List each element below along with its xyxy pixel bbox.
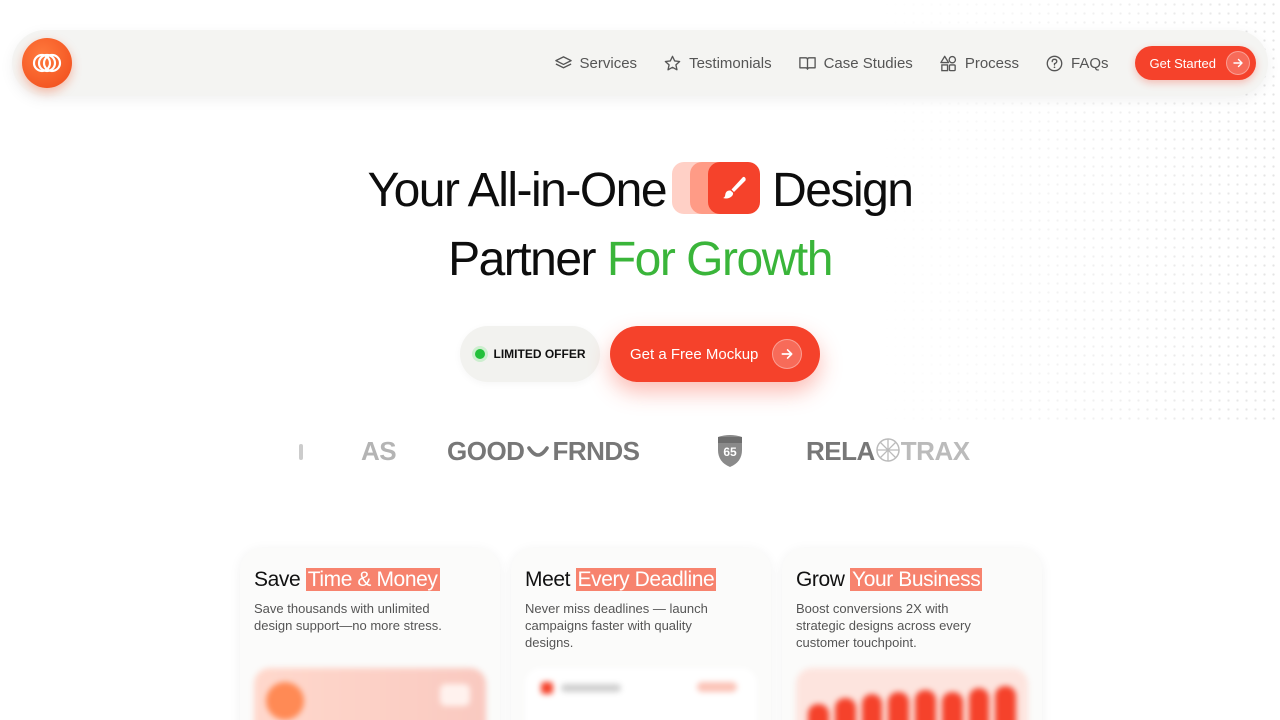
brush-badge	[672, 162, 764, 214]
logo-goodfrnds: GOOD FRNDS	[447, 436, 640, 467]
logo-fragment	[299, 444, 303, 460]
nav-item-faqs[interactable]: FAQs	[1045, 54, 1109, 73]
card-title-highlight: Time & Money	[305, 568, 440, 591]
logo-relatrax: RELA TRAX	[806, 436, 970, 467]
hero-text: Design	[772, 164, 914, 217]
brand-logo[interactable]	[22, 38, 72, 88]
logo-as: AS	[361, 436, 397, 466]
card-title-plain: Save	[254, 568, 301, 591]
logo-relatrax-b: TRAX	[900, 436, 970, 466]
logo-goodfrnds-b: FRNDS	[552, 436, 640, 466]
logo-relatrax-a: RELA	[806, 436, 875, 466]
logo-rings-icon	[32, 53, 62, 73]
get-started-button[interactable]: Get Started	[1134, 46, 1256, 80]
feature-card-save: Save Time & Money Save thousands with un…	[240, 548, 500, 720]
hero-text: Your All-in-One	[367, 164, 668, 217]
question-icon	[1046, 55, 1063, 71]
card-title: Save Time & Money	[254, 568, 486, 592]
nav-item-process[interactable]: Process	[939, 54, 1019, 73]
paintbrush-icon	[723, 176, 746, 199]
sunburst-icon	[876, 438, 900, 462]
card-title-highlight: Your Business	[850, 568, 983, 591]
nav-item-label: Testimonials	[689, 54, 772, 72]
hero-text-accent: For Growth	[606, 233, 834, 286]
card-visual	[254, 668, 486, 720]
card-title-plain: Meet	[525, 568, 571, 591]
hero-headline-line1: Your All-in-One Design	[0, 162, 1280, 218]
star-icon	[664, 55, 681, 70]
nav-item-label: Process	[964, 54, 1019, 72]
book-icon	[798, 56, 816, 70]
card-title-plain: Grow	[796, 568, 845, 591]
hero-headline-line2: Partner For Growth	[0, 232, 1280, 287]
arrow-right-icon	[772, 339, 803, 369]
nav-links: Services Testimonials Case Studies Proce…	[554, 30, 1256, 96]
card-description: Never miss deadlines — launch campaigns …	[525, 601, 708, 650]
nav-item-label: Services	[579, 54, 638, 72]
mockup-label: Get a Free Mockup	[630, 345, 759, 363]
offer-label: LIMITED OFFER	[493, 347, 586, 361]
nav-item-label: FAQs	[1071, 54, 1109, 72]
card-description: Save thousands with unlimited design sup…	[254, 601, 442, 633]
limited-offer-badge: LIMITED OFFER	[460, 326, 600, 382]
card-visual	[525, 668, 757, 720]
get-started-label: Get Started	[1149, 55, 1216, 71]
shapes-icon	[940, 55, 956, 71]
status-dot	[474, 349, 485, 359]
nav-item-case-studies[interactable]: Case Studies	[798, 54, 913, 73]
hero-text: Partner	[448, 233, 596, 286]
nav-item-services[interactable]: Services	[554, 54, 638, 73]
card-title: Grow Your Business	[796, 568, 1028, 592]
client-logos: AS GOOD FRNDS 65 RELA TRAX	[0, 430, 1280, 474]
feature-card-deadline: Meet Every Deadline Never miss deadlines…	[511, 548, 771, 720]
top-navbar: Services Testimonials Case Studies Proce…	[12, 30, 1268, 96]
card-description: Boost conversions 2X with strategic desi…	[796, 601, 971, 650]
shield-logo-number: 65	[723, 445, 737, 459]
layers-icon	[554, 55, 572, 68]
feature-card-grow: Grow Your Business Boost conversions 2X …	[782, 548, 1042, 720]
card-title: Meet Every Deadline	[525, 568, 757, 592]
card-visual	[796, 668, 1028, 720]
arrow-right-icon	[1226, 51, 1250, 75]
shield-logo-icon: 65	[716, 434, 744, 473]
nav-item-label: Case Studies	[823, 54, 913, 72]
free-mockup-button[interactable]: Get a Free Mockup	[610, 326, 820, 382]
card-title-highlight: Every Deadline	[575, 568, 717, 591]
smile-icon	[527, 446, 550, 457]
logo-goodfrnds-a: GOOD	[447, 436, 525, 466]
nav-item-testimonials[interactable]: Testimonials	[663, 54, 772, 73]
